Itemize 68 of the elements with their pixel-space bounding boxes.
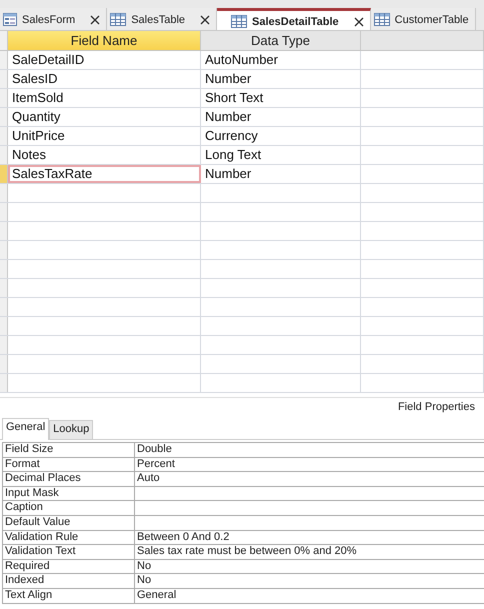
row-selector[interactable] [0,298,8,316]
property-name: Required [3,560,135,574]
table-icon [110,13,126,26]
field-name-cell[interactable]: Quantity [8,108,201,126]
row-selector[interactable] [0,260,8,278]
row-selector[interactable] [0,374,8,392]
row-selector[interactable] [0,317,8,335]
document-tab[interactable]: SalesDetailTable [217,8,371,30]
property-name: Validation Rule [3,530,135,544]
document-tab[interactable]: SalesTable [107,8,218,30]
property-value[interactable]: Percent [135,458,484,472]
property-value[interactable]: No [135,574,484,588]
field-name-cell[interactable]: SalesID [8,70,201,88]
row-selector[interactable] [0,146,8,164]
table-icon [374,13,390,26]
document-tab[interactable]: CustomerTable [370,8,476,30]
data-type-cell[interactable]: Long Text [201,146,361,164]
property-name: Default Value [3,516,135,530]
property-value[interactable]: Auto [135,472,484,486]
field-name-cell[interactable]: SaleDetailID [8,51,201,69]
row-selector[interactable] [0,127,8,145]
close-icon[interactable] [354,16,364,26]
close-icon[interactable] [200,14,210,24]
row-selector[interactable] [0,184,8,202]
document-tab[interactable]: SalesForm [0,8,108,30]
field-name-cell[interactable]: ItemSold [8,89,201,107]
row-selector[interactable] [0,70,8,88]
row-selector[interactable] [0,336,8,354]
property-name: Format [3,458,135,472]
form-icon [3,13,17,26]
property-value[interactable]: No [135,560,484,574]
data-type-cell[interactable]: AutoNumber [201,51,361,69]
select-all-corner[interactable] [0,31,8,50]
row-selector[interactable] [0,89,8,107]
data-type-cell[interactable]: Currency [201,127,361,145]
close-icon[interactable] [90,14,100,24]
row-selector[interactable] [0,51,8,69]
row-selector[interactable] [0,108,8,126]
row-selector[interactable] [0,355,8,373]
row-selector[interactable] [0,165,8,183]
property-tab[interactable]: Lookup [49,420,94,439]
row-selector[interactable] [0,279,8,297]
column-header[interactable]: Field Name [8,31,201,50]
row-selector[interactable] [0,222,8,240]
property-value[interactable]: Sales tax rate must be between 0% and 20% [135,545,484,559]
field-name-cell[interactable]: Notes [8,146,201,164]
data-type-cell[interactable]: Number [201,70,361,88]
property-name: Text Align [3,588,135,603]
property-name: Indexed [3,574,135,588]
row-selector[interactable] [0,203,8,221]
field-name-cell[interactable]: UnitPrice [8,127,201,145]
property-tab[interactable]: General [2,418,50,440]
data-type-cell[interactable]: Short Text [201,89,361,107]
property-value[interactable]: General [135,588,484,603]
field-name-cell[interactable]: SalesTaxRate [8,165,201,183]
property-name: Validation Text [3,545,135,559]
table-icon [231,15,248,28]
data-type-cell[interactable]: Number [201,165,361,183]
property-name: Caption [3,501,135,515]
property-name: Decimal Places [3,472,135,486]
property-value[interactable]: Between 0 And 0.2 [135,530,484,544]
column-header[interactable]: Data Type [201,31,361,50]
row-selector[interactable] [0,241,8,259]
property-name: Field Size [3,443,135,457]
data-type-cell[interactable]: Number [201,108,361,126]
property-value[interactable]: Double [135,443,484,457]
section-title: Field Properties [398,401,475,415]
property-name: Input Mask [3,486,135,500]
